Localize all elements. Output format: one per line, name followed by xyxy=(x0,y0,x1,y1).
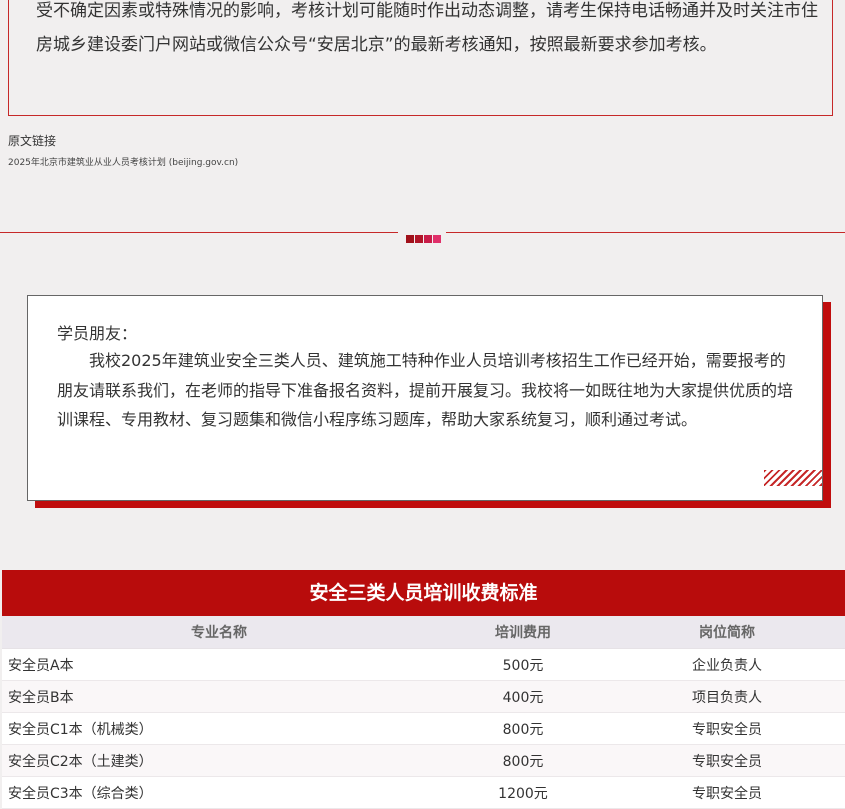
cell-position: 企业负责人 xyxy=(609,648,845,681)
fee-table-title: 安全三类人员培训收费标准 xyxy=(2,570,845,616)
divider-right xyxy=(446,232,845,233)
cell-fee: 400元 xyxy=(437,680,609,713)
divider-square xyxy=(424,235,432,243)
cell-major: 安全员C3本（综合类） xyxy=(2,776,437,809)
cell-major: 安全员C1本（机械类） xyxy=(2,712,437,745)
header-major: 专业名称 xyxy=(2,616,437,649)
table-row: 安全员B本 400元 项目负责人 xyxy=(2,680,845,713)
table-row: 安全员C1本（机械类） 800元 专职安全员 xyxy=(2,712,845,745)
cell-fee: 800元 xyxy=(437,744,609,777)
table-header-row: 专业名称 培训费用 岗位简称 xyxy=(2,616,845,649)
cell-major: 安全员A本 xyxy=(2,648,437,681)
cell-position: 专职安全员 xyxy=(609,776,845,809)
cell-position: 专职安全员 xyxy=(609,712,845,745)
cell-position: 专职安全员 xyxy=(609,744,845,777)
letter-card: 学员朋友： 我校2025年建筑业安全三类人员、建筑施工特种作业人员培训考核招生工… xyxy=(27,295,823,501)
cell-major: 安全员C2本（土建类） xyxy=(2,744,437,777)
cell-position: 项目负责人 xyxy=(609,680,845,713)
header-fee: 培训费用 xyxy=(437,616,609,649)
table-row: 安全员A本 500元 企业负责人 xyxy=(2,648,845,681)
cell-fee: 500元 xyxy=(437,648,609,681)
fee-table-grid: 专业名称 培训费用 岗位简称 安全员A本 500元 企业负责人 安全员B本 40… xyxy=(2,616,845,809)
letter-greeting: 学员朋友： xyxy=(57,324,138,343)
table-row: 安全员C2本（土建类） 800元 专职安全员 xyxy=(2,744,845,777)
notice-text: 受不确定因素或特殊情况的影响，考核计划可能随时作出动态调整，请考生保持电话畅通并… xyxy=(36,1,818,55)
source-label: 原文链接 xyxy=(8,134,57,148)
cell-fee: 1200元 xyxy=(437,776,609,809)
divider-square xyxy=(433,235,441,243)
letter-body: 我校2025年建筑业安全三类人员、建筑施工特种作业人员培训考核招生工作已经开始，… xyxy=(57,351,794,429)
cell-major: 安全员B本 xyxy=(2,680,437,713)
header-position: 岗位简称 xyxy=(609,616,845,649)
divider-left xyxy=(0,232,398,233)
divider-square xyxy=(415,235,423,243)
cell-fee: 800元 xyxy=(437,712,609,745)
divider-ornament xyxy=(406,228,442,243)
divider-square xyxy=(406,235,414,243)
source-link[interactable]: 2025年北京市建筑业从业人员考核计划 (beijing.gov.cn) xyxy=(8,155,238,168)
table-row: 安全员C3本（综合类） 1200元 专职安全员 xyxy=(2,776,845,809)
fee-table: 安全三类人员培训收费标准 专业名称 培训费用 岗位简称 安全员A本 500元 企… xyxy=(2,570,845,809)
hatch-decoration xyxy=(764,470,822,486)
